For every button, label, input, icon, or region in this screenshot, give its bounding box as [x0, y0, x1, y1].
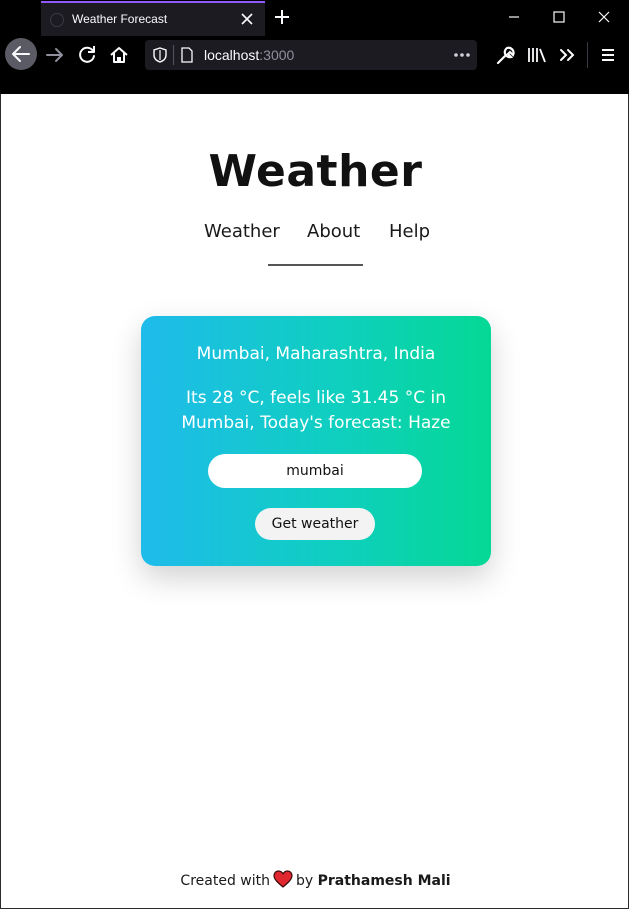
close-tab-icon[interactable] — [237, 9, 257, 29]
wrench-icon[interactable] — [490, 40, 518, 70]
url-bar[interactable]: localhost:3000 — [145, 40, 477, 70]
navigation-toolbar: localhost:3000 — [0, 36, 629, 74]
maximize-icon[interactable] — [547, 6, 571, 28]
location-text: Mumbai, Maharashtra, India — [196, 344, 436, 364]
reload-icon[interactable] — [72, 40, 102, 70]
forward-icon[interactable] — [40, 40, 70, 70]
tab-strip: Weather Forecast — [0, 0, 629, 36]
weather-card: Mumbai, Maharashtra, India Its 28 °C, fe… — [141, 316, 491, 566]
url-port: :3000 — [259, 47, 295, 63]
overflow-icon[interactable] — [554, 40, 582, 70]
footer-by: by — [295, 873, 314, 889]
footer-prefix: Created with — [180, 873, 270, 889]
back-button[interactable] — [5, 38, 37, 70]
footer: Created with by Prathamesh Mali — [1, 870, 629, 889]
site-nav: Weather About Help — [1, 221, 629, 251]
toolbar-separator — [587, 42, 588, 68]
nav-link-about[interactable]: About — [307, 221, 360, 242]
home-icon[interactable] — [104, 40, 134, 70]
nav-link-weather[interactable]: Weather — [204, 221, 280, 242]
forecast-text: Its 28 °C, feels like 31.45 °C in Mumbai… — [181, 388, 451, 433]
tab-title: Weather Forecast — [72, 12, 168, 26]
menu-icon[interactable] — [594, 40, 622, 70]
back-icon — [12, 46, 30, 62]
shield-icon[interactable] — [153, 47, 167, 63]
page-actions-icon[interactable] — [452, 46, 472, 64]
url-host: localhost — [204, 47, 260, 63]
new-tab-icon[interactable] — [271, 6, 293, 28]
url-separator — [173, 45, 174, 65]
close-window-icon[interactable] — [592, 6, 616, 28]
get-weather-button[interactable]: Get weather — [255, 508, 375, 540]
library-icon[interactable] — [523, 40, 551, 70]
page-icon[interactable] — [181, 47, 193, 63]
minimize-icon[interactable] — [502, 6, 526, 28]
tab-weather-forecast[interactable]: Weather Forecast — [41, 1, 265, 36]
site-title: Weather — [208, 146, 423, 197]
location-search-input[interactable] — [208, 454, 422, 488]
nav-link-help[interactable]: Help — [389, 221, 430, 242]
url-text[interactable]: localhost:3000 — [204, 47, 294, 63]
nav-underline — [268, 264, 363, 266]
browser-chrome: Weather Forecast localhost:3000 — [0, 0, 629, 94]
heart-icon — [273, 870, 293, 888]
favicon-icon — [50, 13, 64, 27]
page-content: Weather Weather About Help Mumbai, Mahar… — [0, 94, 629, 909]
footer-author: Prathamesh Mali — [317, 873, 451, 889]
